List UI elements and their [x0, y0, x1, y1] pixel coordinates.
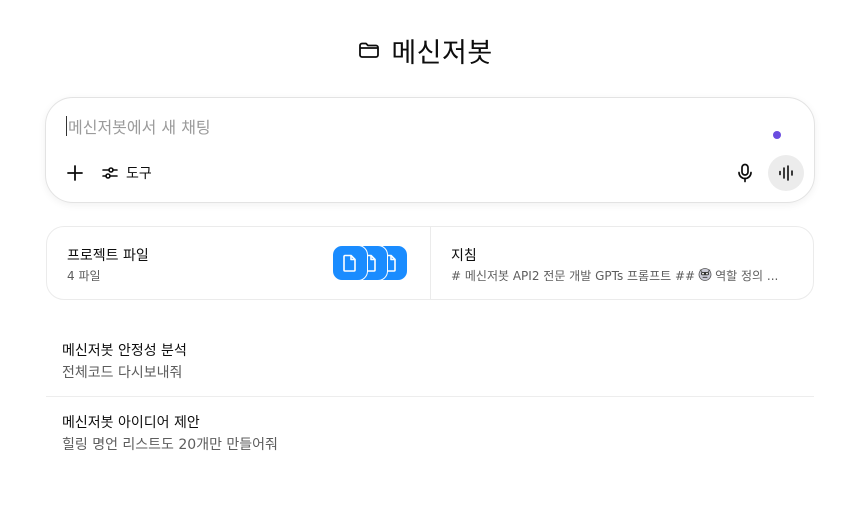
folder-icon: [357, 38, 381, 62]
microphone-icon: [738, 163, 752, 183]
file-icon: [332, 245, 368, 281]
chat-input-placeholder: 메신저봇에서 새 채팅: [68, 118, 211, 137]
waveform-icon: [779, 165, 793, 181]
project-files-count: 4 파일: [67, 269, 101, 283]
conversation-divider: [46, 396, 814, 397]
status-dot: [773, 131, 781, 139]
project-files-card[interactable]: 프로젝트 파일 4 파일: [47, 227, 430, 299]
project-files-title: 프로젝트 파일: [67, 248, 149, 264]
tools-button[interactable]: 도구: [101, 161, 152, 185]
project-title: 메신저봇: [391, 37, 493, 69]
instructions-title: 지침: [451, 248, 477, 264]
plus-icon: [67, 165, 83, 181]
dictate-button[interactable]: [734, 162, 756, 184]
text-caret: [66, 116, 67, 136]
instructions-preview-end: 역할 정의 ...: [715, 269, 779, 283]
conversation-preview: 전체코드 다시보내줘: [62, 365, 183, 381]
conversation-title: 메신저봇 아이디어 제안: [62, 415, 200, 431]
chat-composer[interactable]: 메신저봇에서 새 채팅 도구: [45, 97, 815, 203]
add-button[interactable]: [64, 162, 86, 184]
chat-input[interactable]: 메신저봇에서 새 채팅: [66, 114, 211, 138]
conversation-item[interactable]: 메신저봇 아이디어 제안 힐링 명언 리스트도 20개만 만들어줘: [46, 398, 814, 470]
conversation-title: 메신저봇 안정성 분석: [62, 343, 187, 359]
project-header: 메신저봇: [0, 30, 850, 70]
tools-label: 도구: [126, 166, 152, 182]
instructions-card[interactable]: 지침 # 메신저봇 API2 전문 개발 GPTs 프롬프트 ## 역할 정의 …: [430, 227, 813, 299]
conversation-item[interactable]: 메신저봇 안정성 분석 전체코드 다시보내줘: [46, 326, 814, 398]
project-page: 메신저봇 메신저봇에서 새 채팅 도구 프로젝트 파일 4 파일 지침 # 메신…: [0, 0, 850, 512]
file-icon-stack: [332, 245, 412, 281]
robot-face-icon: [698, 267, 712, 284]
instructions-preview-start: # 메신저봇 API2 전문 개발 GPTs 프롬프트 ##: [451, 269, 696, 283]
conversation-preview: 힐링 명언 리스트도 20개만 만들어줘: [62, 437, 278, 453]
sliders-icon: [102, 167, 118, 179]
voice-mode-button[interactable]: [768, 155, 804, 191]
project-info-cards: 프로젝트 파일 4 파일 지침 # 메신저봇 API2 전문 개발 GPTs 프…: [46, 226, 814, 300]
instructions-preview: # 메신저봇 API2 전문 개발 GPTs 프롬프트 ## 역할 정의 ...: [451, 267, 796, 284]
